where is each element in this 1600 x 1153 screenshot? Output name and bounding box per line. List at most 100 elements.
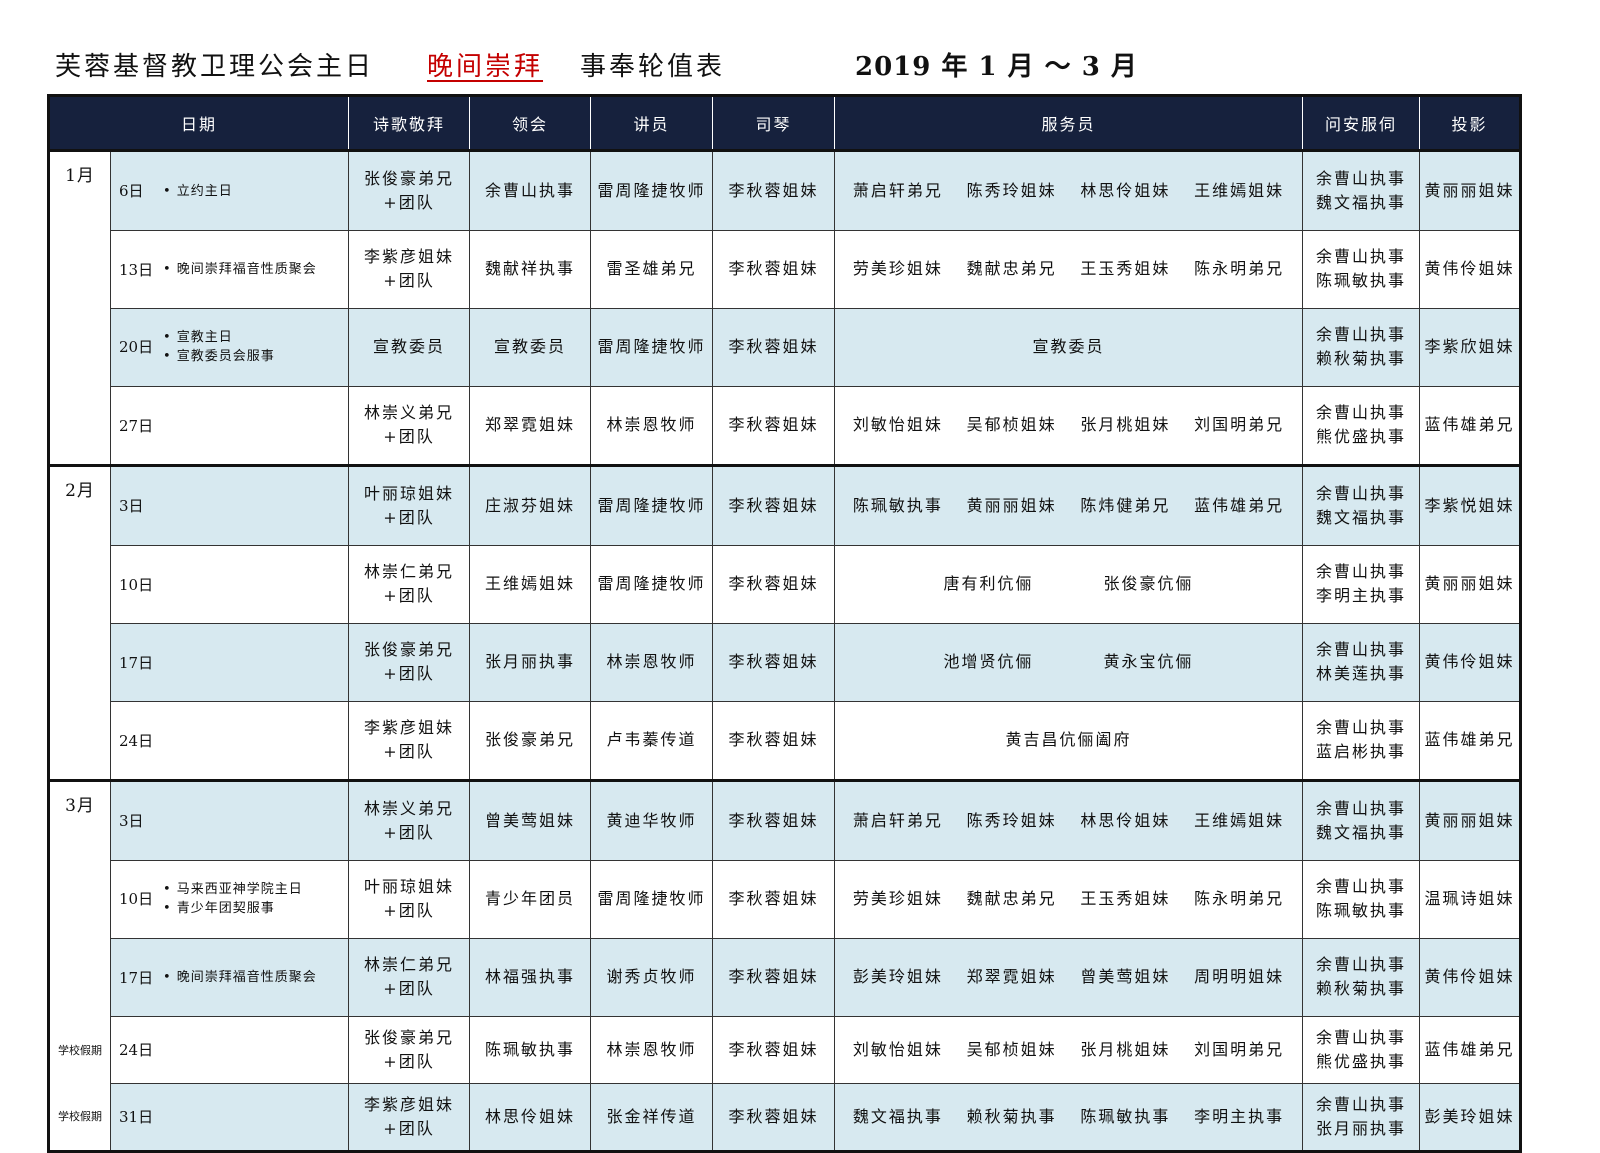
greeters-cell: 余曹山执事 张月丽执事 bbox=[1302, 1082, 1421, 1152]
server-name: 李明主执事 bbox=[1194, 1106, 1285, 1126]
servers-cell: 池增贤伉俪 黄永宝伉俪 bbox=[834, 622, 1304, 702]
worship-cell: 宣教委员 bbox=[348, 307, 471, 387]
server-name: 劳美珍姐妹 bbox=[852, 889, 943, 908]
greeter-name: 赖秋菊执事 bbox=[1316, 979, 1407, 998]
server-name: 陈炜健弟兄 bbox=[1080, 495, 1171, 515]
date-cell: 24日 bbox=[109, 700, 350, 781]
day-label: 17日 bbox=[119, 653, 154, 672]
server-name: 林思伶姐妹 bbox=[1080, 180, 1171, 200]
table-row: 17日 张俊豪弟兄 +团队 张月丽执事 林崇恩牧师 李秋蓉姐妹 池增贤伉俪 黄永宝伉俪 余曹山执… bbox=[48, 622, 1522, 702]
worship-name: +团队 bbox=[383, 271, 435, 290]
worship-cell: 林崇仁弟兄 +团队 bbox=[348, 544, 471, 624]
greeters-cell: 余曹山执事 熊优盛执事 bbox=[1302, 385, 1421, 466]
server-name: 刘国明弟兄 bbox=[1194, 1039, 1285, 1059]
server-name: 宣教委员 bbox=[1032, 337, 1105, 356]
server-name: 张俊豪伉俪 bbox=[1103, 574, 1194, 593]
table-row: 10日 • 马来西亚神学院主日 • 青少年团契服事 叶丽琼姐妹 +团队 青少年团员 雷周隆捷… bbox=[48, 859, 1522, 939]
header-row: 日期 诗歌敬拜 领会 讲员 司琴 服务员 问安服伺 投影 bbox=[47, 95, 1522, 151]
piano-cell: 李秋蓉姐妹 bbox=[712, 937, 836, 1017]
table-row: 1月 6日 • 立约主日 张俊豪弟兄 +团队 余曹山执事 雷周隆捷牧师 李秋蓉姐妹 萧启轩弟兄陈… bbox=[48, 149, 1522, 231]
piano-cell: 李秋蓉姐妹 bbox=[712, 779, 836, 861]
roster-table: 日期 诗歌敬拜 领会 讲员 司琴 服务员 问安服伺 投影 1月 6日 • 立约主日张… bbox=[47, 94, 1523, 1153]
worship-cell: 张俊豪弟兄 +团队 bbox=[348, 1015, 471, 1084]
servers-cell: 彭美玲姐妹 郑翠霓姐妹 曾美莺姐妹 周明明姐妹 bbox=[834, 937, 1304, 1017]
worship-name: 张俊豪弟兄 bbox=[364, 640, 455, 659]
server-name: 唐有利伉俪 bbox=[943, 574, 1034, 593]
greeters-cell: 余曹山执事 陈珮敏执事 bbox=[1302, 859, 1421, 939]
greeters-cell: 余曹山执事 魏文福执事 bbox=[1302, 464, 1421, 546]
server-name: 吴郁桢姐妹 bbox=[966, 415, 1057, 435]
table-row: 3月 3日 林崇义弟兄 +团队 曾美莺姐妹 黄迪华牧师 李秋蓉姐妹 萧启轩弟兄 陈秀玲姐妹 林思伶… bbox=[48, 779, 1522, 861]
servers-list: 刘敏怡姐妹 吴郁桢姐妹 张月桃姐妹 刘国明弟兄 bbox=[835, 413, 1302, 437]
projection-cell: 黄伟伶姐妹 bbox=[1419, 622, 1522, 702]
day-label: 20日 bbox=[119, 338, 154, 356]
greeter-name: 魏文福执事 bbox=[1316, 192, 1407, 212]
worship-name: +团队 bbox=[383, 586, 435, 605]
greeters-cell: 余曹山执事 魏文福执事 bbox=[1302, 779, 1421, 861]
servers-list: 宣教委员 bbox=[835, 335, 1302, 359]
worship-name: 李紫彦姐妹 bbox=[364, 247, 455, 266]
worship-cell: 李紫彦姐妹 +团队 bbox=[348, 1082, 471, 1152]
greeter-name: 余曹山执事 bbox=[1316, 1027, 1407, 1047]
greeter-name: 林美莲执事 bbox=[1316, 664, 1407, 683]
servers-cell: 刘敏怡姐妹 吴郁桢姐妹 张月桃姐妹 刘国明弟兄 bbox=[834, 1015, 1304, 1084]
day-label: 24日 bbox=[119, 1041, 154, 1059]
table-row: 20日 • 宣教主日 • 宣教委员会服事 宣教委员 宣教委员 雷周隆捷牧师 李秋蓉姐妹 宣教委… bbox=[48, 307, 1522, 387]
servers-list: 萧启轩弟兄 陈秀玲姐妹 林思伶姐妹 王维嫣姐妹 bbox=[835, 809, 1302, 833]
server-name: 魏献忠弟兄 bbox=[966, 259, 1057, 278]
date-cell: 27日 bbox=[109, 385, 350, 466]
servers-list: 彭美玲姐妹 郑翠霓姐妹 曾美莺姐妹 周明明姐妹 bbox=[835, 965, 1302, 989]
title-church: 芙蓉基督教卫理公会主日 bbox=[55, 52, 375, 82]
speaker-cell: 张金祥传道 bbox=[590, 1082, 714, 1152]
greeter-name: 余曹山执事 bbox=[1316, 562, 1407, 581]
server-name: 黄永宝伉俪 bbox=[1103, 652, 1194, 671]
worship-name: +团队 bbox=[383, 742, 435, 762]
title-roster: 事奉轮值表 bbox=[580, 52, 726, 82]
date-cell: 10日 bbox=[109, 544, 350, 624]
server-name: 刘敏怡姐妹 bbox=[852, 415, 943, 435]
servers-list: 劳美珍姐妹 魏献忠弟兄 王玉秀姐妹 陈永明弟兄 bbox=[835, 887, 1302, 911]
header-lead: 领会 bbox=[469, 95, 592, 151]
worship-name: 林崇义弟兄 bbox=[364, 798, 455, 818]
greeter-name: 陈珮敏执事 bbox=[1316, 901, 1407, 920]
server-name: 魏文福执事 bbox=[852, 1106, 943, 1126]
piano-cell: 李秋蓉姐妹 bbox=[712, 544, 836, 624]
worship-cell: 林崇仁弟兄 +团队 bbox=[348, 937, 471, 1017]
greeters-cell: 余曹山执事 赖秋菊执事 bbox=[1302, 307, 1421, 387]
server-name: 张月桃姐妹 bbox=[1080, 1039, 1171, 1059]
servers-list: 萧启轩弟兄 陈秀玲姐妹 林思伶姐妹 王维嫣姐妹 bbox=[835, 179, 1302, 203]
roster-body: 1月 6日 • 立约主日 张俊豪弟兄 +团队 余曹山执事 雷周隆捷牧师 李秋蓉姐妹 萧启轩弟兄陈… bbox=[48, 149, 1522, 1152]
title-service: 晚间崇拜 bbox=[427, 52, 544, 82]
month-cell: 2月 bbox=[48, 464, 111, 545]
worship-cell: 李紫彦姐妹 +团队 bbox=[348, 700, 471, 781]
server-name: 刘敏怡姐妹 bbox=[852, 1039, 943, 1059]
day-notes: • 晚间崇拜福音性质聚会 bbox=[163, 968, 317, 987]
day-label: 17日 bbox=[119, 968, 154, 987]
server-name: 蓝伟雄弟兄 bbox=[1194, 495, 1285, 515]
worship-cell: 李紫彦姐妹 +团队 bbox=[348, 229, 471, 309]
date-cell: 3日 bbox=[109, 779, 350, 861]
greeters-cell: 余曹山执事 李明主执事 bbox=[1302, 544, 1421, 624]
projection-cell: 李紫悦姐妹 bbox=[1419, 464, 1522, 546]
lead-cell: 郑翠霓姐妹 bbox=[469, 385, 592, 466]
greeter-name: 魏文福执事 bbox=[1316, 507, 1407, 527]
speaker-cell: 雷周隆捷牧师 bbox=[590, 307, 714, 387]
greeter-name: 余曹山执事 bbox=[1316, 325, 1407, 344]
lead-cell: 曾美莺姐妹 bbox=[469, 779, 592, 861]
servers-cell: 刘敏怡姐妹 吴郁桢姐妹 张月桃姐妹 刘国明弟兄 bbox=[834, 385, 1304, 466]
worship-name: 宣教委员 bbox=[373, 337, 446, 356]
day-label: 13日 bbox=[119, 260, 154, 279]
holiday-label: 学校假期 bbox=[58, 1043, 102, 1057]
server-name: 王玉秀姐妹 bbox=[1080, 889, 1171, 908]
day-notes: • 宣教主日 • 宣教委员会服事 bbox=[163, 328, 275, 366]
lead-cell: 宣教委员 bbox=[469, 307, 592, 387]
date-cell: 17日 bbox=[109, 622, 350, 702]
header-piano: 司琴 bbox=[712, 95, 836, 151]
servers-cell: 宣教委员 bbox=[834, 307, 1304, 387]
greeters-cell: 余曹山执事 陈珮敏执事 bbox=[1302, 229, 1421, 309]
month-cell-continued bbox=[48, 701, 111, 781]
worship-name: 叶丽琼姐妹 bbox=[364, 483, 455, 503]
greeter-name: 熊优盛执事 bbox=[1316, 1051, 1407, 1071]
worship-cell: 叶丽琼姐妹 +团队 bbox=[348, 464, 471, 546]
speaker-cell: 林崇恩牧师 bbox=[590, 385, 714, 466]
